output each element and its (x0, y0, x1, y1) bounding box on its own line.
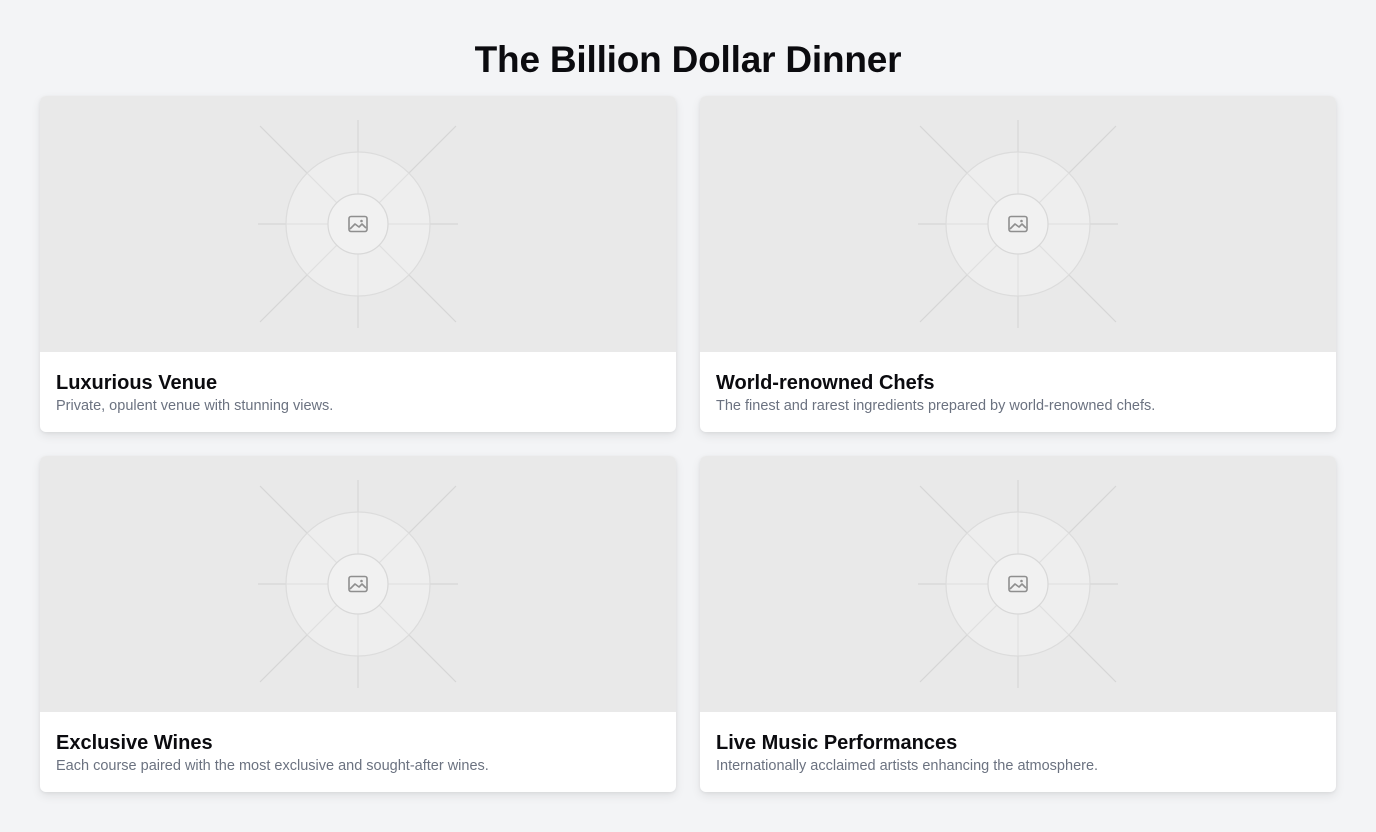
feature-card: Live Music Performances Internationally … (700, 456, 1336, 792)
card-title: Live Music Performances (716, 732, 958, 754)
feature-card: Luxurious Venue Private, opulent venue w… (40, 96, 676, 432)
card-description: The finest and rarest ingredients prepar… (716, 398, 1156, 414)
card-title: Luxurious Venue (56, 372, 218, 394)
image-placeholder-icon (258, 480, 458, 688)
card-body: Luxurious Venue Private, opulent venue w… (40, 352, 676, 432)
card-description: Private, opulent venue with stunning vie… (56, 398, 334, 414)
feature-grid: Luxurious Venue Private, opulent venue w… (40, 96, 1336, 792)
card-body: Exclusive Wines Each course paired with … (40, 712, 676, 792)
page-title: The Billion Dollar Dinner (474, 39, 902, 80)
card-image-placeholder (700, 456, 1336, 712)
card-image-placeholder (40, 96, 676, 352)
card-title: Exclusive Wines (56, 732, 213, 754)
feature-card: World-renowned Chefs The finest and rare… (700, 96, 1336, 432)
card-body: Live Music Performances Internationally … (700, 712, 1336, 792)
card-image-placeholder (40, 456, 676, 712)
image-placeholder-icon (918, 120, 1118, 328)
card-title: World-renowned Chefs (716, 372, 935, 394)
card-image-placeholder (700, 96, 1336, 352)
image-placeholder-icon (258, 120, 458, 328)
card-body: World-renowned Chefs The finest and rare… (700, 352, 1336, 432)
feature-card: Exclusive Wines Each course paired with … (40, 456, 676, 792)
card-description: Each course paired with the most exclusi… (56, 758, 489, 774)
image-placeholder-icon (918, 480, 1118, 688)
card-description: Internationally acclaimed artists enhanc… (716, 758, 1099, 774)
page: The Billion Dollar Dinner Luxurious Venu… (0, 0, 1376, 832)
